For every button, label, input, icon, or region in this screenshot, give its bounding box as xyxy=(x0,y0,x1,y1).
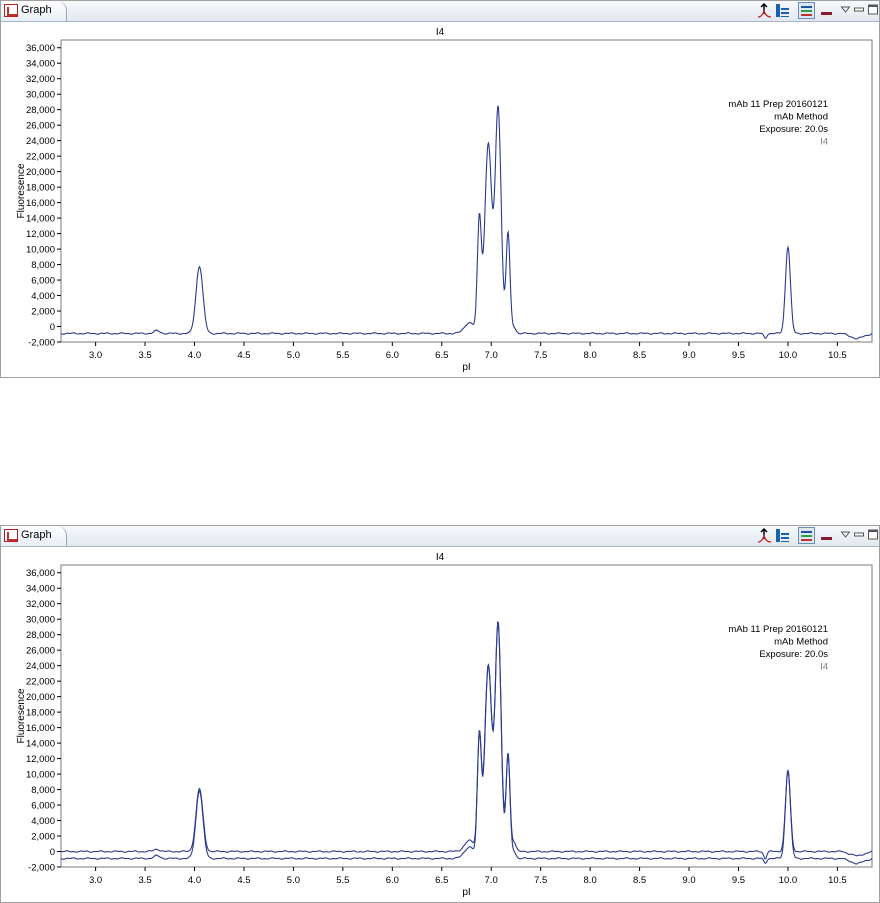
legend-trace-name: I4 xyxy=(820,662,828,673)
y-tick-label: 28,000 xyxy=(26,630,55,641)
x-tick-label: 6.5 xyxy=(435,350,448,361)
x-tick-label: 10.5 xyxy=(828,875,847,886)
y-tick-label: 14,000 xyxy=(26,214,55,225)
electropherogram-chart: -2,000 0 2,000 4,000 6,000 8,000 10,000 12,000 1… xyxy=(16,39,873,373)
y-tick-label: 2,000 xyxy=(31,832,55,843)
x-tick-label: 4.0 xyxy=(188,875,201,886)
y-tick-label: -2,000 xyxy=(28,338,55,349)
x-tick-label: 10.0 xyxy=(779,875,798,886)
legend-trace-name: I4 xyxy=(820,137,828,148)
y-tick-label: 22,000 xyxy=(26,677,55,688)
x-axis-label: pI xyxy=(462,362,470,373)
y-tick-label: 24,000 xyxy=(26,661,55,672)
graph-panel-2: Graph I4 -2,000 0 2,000 4,000 6,000 8,00… xyxy=(0,525,880,903)
y-tick-label: 4,000 xyxy=(31,291,55,302)
x-tick-label: 5.5 xyxy=(336,875,349,886)
x-tick-label: 9.0 xyxy=(682,350,695,361)
x-tick-label: 5.0 xyxy=(287,350,300,361)
x-axis-label: pI xyxy=(462,887,470,898)
electropherogram-chart: -2,000 0 2,000 4,000 6,000 8,000 10,000 12,000 1… xyxy=(16,564,873,898)
legend-line: Exposure: 20.0s xyxy=(759,124,828,135)
x-tick-label: 3.5 xyxy=(138,350,151,361)
y-tick-label: 4,000 xyxy=(31,816,55,827)
x-tick-label: 10.5 xyxy=(828,350,847,361)
x-tick-label: 5.5 xyxy=(336,350,349,361)
legend-line: mAb Method xyxy=(774,112,828,123)
y-tick-label: 6,000 xyxy=(31,276,55,287)
x-tick-label: 3.0 xyxy=(89,875,102,886)
y-tick-label: 20,000 xyxy=(26,692,55,703)
y-tick-label: 10,000 xyxy=(26,245,55,256)
y-axis-label: Fluoresence xyxy=(16,163,27,218)
y-tick-label: 0 xyxy=(50,322,55,333)
y-tick-label: 6,000 xyxy=(31,801,55,812)
x-tick-label: 4.5 xyxy=(237,350,250,361)
legend-line: mAb 11 Prep 20160121 xyxy=(728,624,828,635)
x-tick-label: 7.5 xyxy=(534,350,547,361)
x-tick-label: 6.0 xyxy=(386,350,399,361)
x-tick-label: 8.5 xyxy=(633,350,646,361)
legend-line: mAb Method xyxy=(774,637,828,648)
plot-frame xyxy=(60,39,873,343)
y-tick-label: 34,000 xyxy=(26,584,55,595)
y-tick-label: 12,000 xyxy=(26,754,55,765)
y-tick-label: 16,000 xyxy=(26,198,55,209)
y-tick-label: 36,000 xyxy=(26,568,55,579)
y-tick-label: 0 xyxy=(50,847,55,858)
y-tick-label: -2,000 xyxy=(28,863,55,874)
y-tick-label: 32,000 xyxy=(26,74,55,85)
y-tick-label: 8,000 xyxy=(31,260,55,271)
x-tick-label: 8.0 xyxy=(584,350,597,361)
x-tick-label: 6.0 xyxy=(386,875,399,886)
y-tick-label: 12,000 xyxy=(26,229,55,240)
x-tick-label: 5.0 xyxy=(287,875,300,886)
x-tick-label: 9.5 xyxy=(732,875,745,886)
legend-line: Exposure: 20.0s xyxy=(759,649,828,660)
x-tick-label: 4.5 xyxy=(237,875,250,886)
x-tick-label: 3.0 xyxy=(89,350,102,361)
graph-panel-1: Graph I4 -2,000 0 2,000 4,000 6,000 8,00… xyxy=(0,0,880,378)
y-axis-label: Fluoresence xyxy=(16,688,27,743)
y-tick-label: 18,000 xyxy=(26,183,55,194)
x-tick-label: 9.5 xyxy=(732,350,745,361)
y-tick-label: 26,000 xyxy=(26,121,55,132)
x-tick-label: 3.5 xyxy=(138,875,151,886)
x-tick-label: 7.0 xyxy=(485,350,498,361)
x-tick-label: 8.0 xyxy=(584,875,597,886)
y-tick-label: 32,000 xyxy=(26,599,55,610)
y-tick-label: 16,000 xyxy=(26,723,55,734)
y-tick-label: 22,000 xyxy=(26,152,55,163)
y-tick-label: 10,000 xyxy=(26,770,55,781)
y-tick-label: 2,000 xyxy=(31,307,55,318)
y-tick-label: 20,000 xyxy=(26,167,55,178)
y-tick-label: 8,000 xyxy=(31,785,55,796)
x-tick-label: 9.0 xyxy=(682,875,695,886)
y-tick-label: 34,000 xyxy=(26,59,55,70)
x-tick-label: 7.5 xyxy=(534,875,547,886)
x-tick-label: 10.0 xyxy=(779,350,798,361)
y-tick-label: 18,000 xyxy=(26,708,55,719)
y-tick-label: 36,000 xyxy=(26,43,55,54)
x-tick-label: 4.0 xyxy=(188,350,201,361)
y-tick-label: 24,000 xyxy=(26,136,55,147)
y-tick-label: 26,000 xyxy=(26,646,55,657)
x-tick-label: 8.5 xyxy=(633,875,646,886)
y-tick-label: 30,000 xyxy=(26,615,55,626)
plot-frame xyxy=(60,564,873,868)
y-tick-label: 30,000 xyxy=(26,90,55,101)
y-tick-label: 28,000 xyxy=(26,105,55,116)
x-tick-label: 6.5 xyxy=(435,875,448,886)
y-tick-label: 14,000 xyxy=(26,739,55,750)
legend-line: mAb 11 Prep 20160121 xyxy=(728,99,828,110)
x-tick-label: 7.0 xyxy=(485,875,498,886)
